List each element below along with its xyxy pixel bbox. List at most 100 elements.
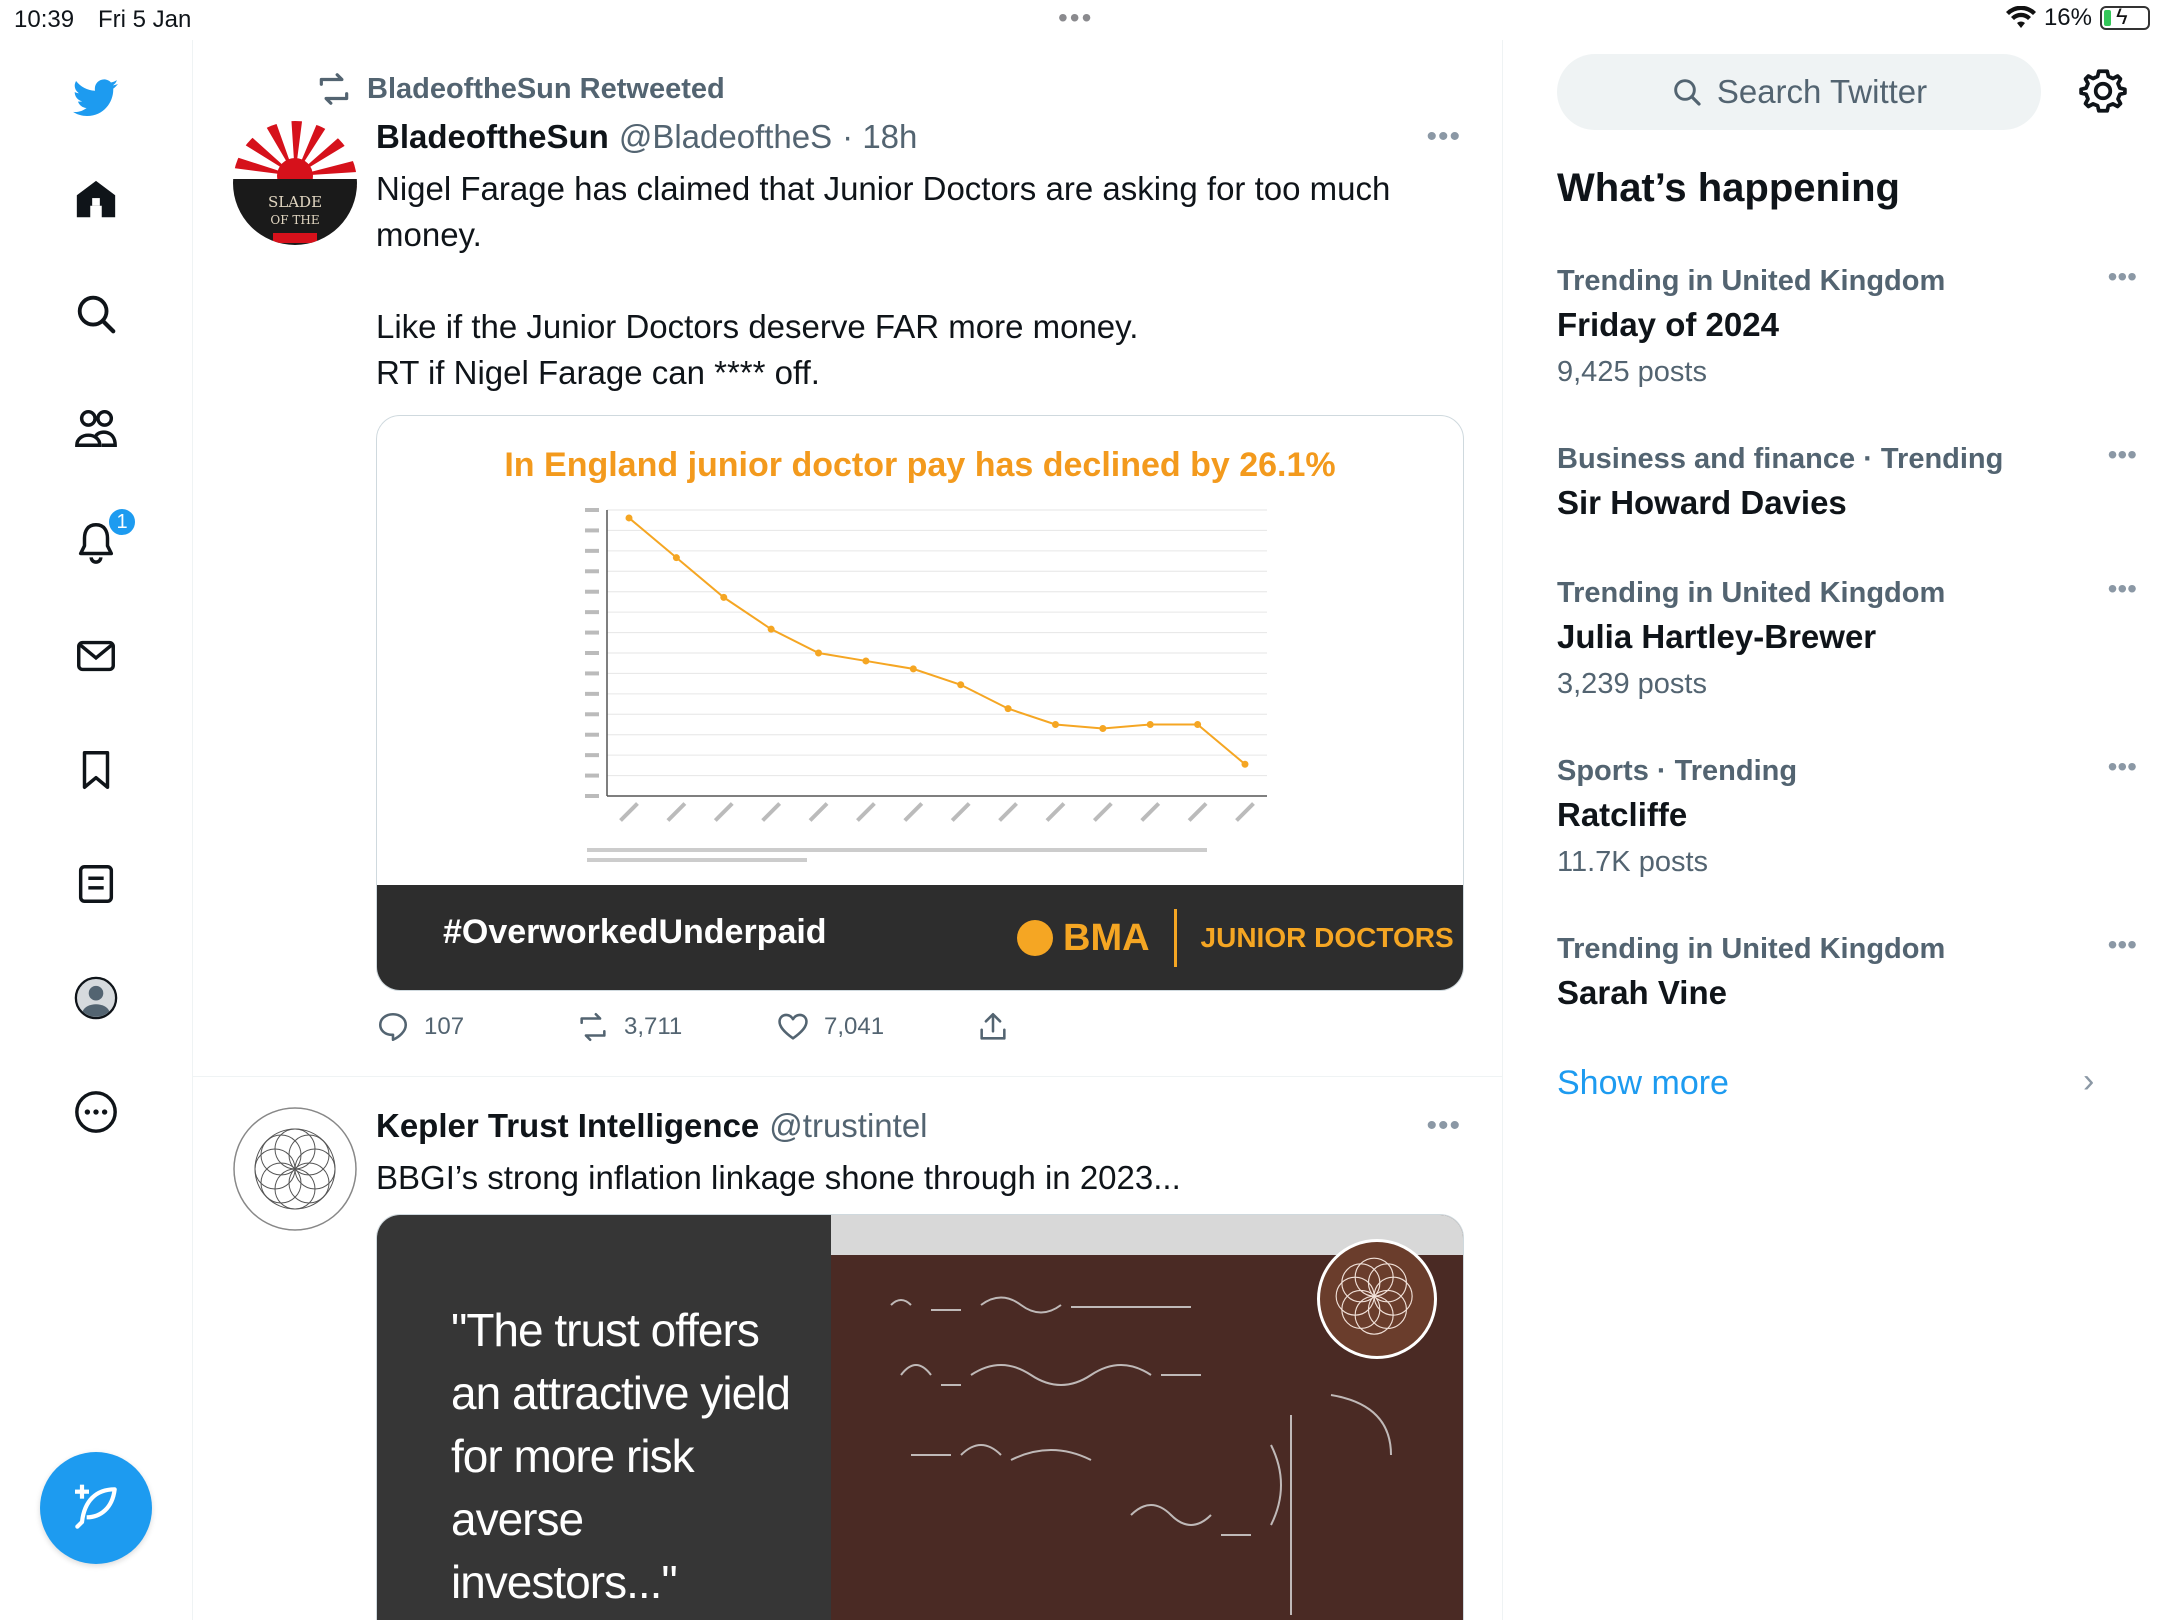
bma-subtitle: JUNIOR DOCTORS xyxy=(1200,922,1454,953)
author-handle[interactable]: @BladeoftheS xyxy=(619,118,832,156)
author-name[interactable]: BladeoftheSun xyxy=(376,118,609,156)
tweet-text: Nigel Farage has claimed that Junior Doc… xyxy=(376,170,1391,391)
like-count: 7,041 xyxy=(824,1013,885,1040)
chart-x-tick-label xyxy=(856,802,876,822)
share-button[interactable] xyxy=(976,1010,1176,1044)
nav-more[interactable] xyxy=(66,1082,126,1142)
nav-messages[interactable] xyxy=(66,626,126,686)
lists-icon xyxy=(78,865,114,903)
trend-context: Trending in United Kingdom xyxy=(1557,265,1946,297)
quote-panel: "The trust offers an attractive yield fo… xyxy=(377,1215,831,1620)
nav-profile[interactable] xyxy=(66,968,126,1028)
like-button[interactable]: 7,041 xyxy=(776,1010,976,1044)
tweet-time[interactable]: · 18h xyxy=(842,118,917,156)
nav-explore[interactable] xyxy=(66,284,126,344)
chart-source-note xyxy=(587,848,1207,852)
compose-button[interactable] xyxy=(40,1452,152,1564)
status-time: 10:39 xyxy=(14,6,75,33)
chart-point xyxy=(957,681,965,689)
tweet-actions: 107 3,711 7,041 xyxy=(376,1010,1176,1044)
chart-y-tick-label xyxy=(585,528,599,533)
status-bar: 10:39 Fri 5 Jan ••• 16% ϟ xyxy=(0,0,2160,40)
chart-x-tick-label xyxy=(666,802,687,822)
avatar[interactable]: SLADE OF THE xyxy=(233,121,357,245)
bookmark-icon xyxy=(82,751,110,789)
trend-more-button[interactable]: ••• xyxy=(2108,929,2137,961)
reply-count: 107 xyxy=(424,1013,465,1040)
trend-count: 9,425 posts xyxy=(1557,356,1707,388)
trend-count: 3,239 posts xyxy=(1557,668,1707,700)
chart-y-tick-label xyxy=(585,630,599,635)
retweet-context: BladeoftheSun Retweeted xyxy=(315,70,725,108)
search-icon xyxy=(77,295,116,334)
trend-context: Trending in United Kingdom xyxy=(1557,933,1946,965)
profile-icon xyxy=(74,976,118,1020)
battery-icon: ϟ xyxy=(2100,4,2150,30)
trend-name: Julia Hartley-Brewer xyxy=(1557,618,1877,655)
blade-of-the-sun-avatar: SLADE OF THE xyxy=(233,121,357,245)
chart-x-tick-label xyxy=(950,802,971,822)
author-name[interactable]: Kepler Trust Intelligence xyxy=(376,1107,759,1145)
tweet-more-button[interactable]: ••• xyxy=(1426,120,1461,154)
trend-item[interactable]: Business and finance · Trending Sir Howa… xyxy=(1557,439,2137,522)
chart-point xyxy=(625,514,633,522)
trend-count: 11.7K posts xyxy=(1557,846,1709,878)
nav-home[interactable] xyxy=(66,170,126,230)
trend-item[interactable]: Trending in United Kingdom Sarah Vine ••… xyxy=(1557,929,2137,1012)
multitasking-dots-icon[interactable]: ••• xyxy=(1058,2,1093,34)
whats-happening-title: What’s happening xyxy=(1557,166,1900,210)
trend-context: Sports · Trending xyxy=(1557,755,1798,787)
chart-y-tick-label xyxy=(585,712,599,717)
gear-icon[interactable] xyxy=(2078,66,2128,116)
chart-y-tick-label xyxy=(585,651,599,655)
chart-x-tick-label xyxy=(1187,802,1208,822)
nav-lists[interactable] xyxy=(66,854,126,914)
right-sidebar: Search Twitter What’s happening Trending… xyxy=(1503,40,2160,1620)
chart-x-tick-label xyxy=(998,802,1018,822)
bma-logo: BMA JUNIOR DOCTORS xyxy=(1017,909,1454,967)
tweet-more-button[interactable]: ••• xyxy=(1426,1109,1461,1143)
chart-point xyxy=(1241,760,1249,768)
author-handle[interactable]: @trustintel xyxy=(769,1107,927,1145)
chart-point xyxy=(1004,705,1012,713)
chevron-right-icon[interactable]: › xyxy=(2083,1062,2094,1101)
trend-item[interactable]: Trending in United Kingdom Julia Hartley… xyxy=(1557,573,2137,701)
reply-button[interactable]: 107 xyxy=(376,1010,576,1044)
nav-bookmarks[interactable] xyxy=(66,740,126,800)
left-nav: 1 xyxy=(0,40,193,1620)
media-quote: "The trust offers an attractive yield fo… xyxy=(451,1304,791,1608)
trend-more-button[interactable]: ••• xyxy=(2108,261,2137,293)
chart-title: In England junior doctor pay has decline… xyxy=(504,446,1336,484)
retweet-button[interactable]: 3,711 xyxy=(576,1010,776,1044)
chart-x-tick-label xyxy=(761,802,782,822)
tweet-media[interactable]: In England junior doctor pay has decline… xyxy=(376,415,1464,991)
trend-item[interactable]: Sports · Trending Ratcliffe 11.7K posts … xyxy=(1557,751,2137,879)
chalkboard-image xyxy=(831,1215,1463,1620)
trend-name: Friday of 2024 xyxy=(1557,306,1779,343)
tweet-header: BladeoftheSun @BladeoftheS · 18h xyxy=(376,118,917,156)
trend-more-button[interactable]: ••• xyxy=(2108,573,2137,605)
chart-point xyxy=(1194,721,1202,728)
battery-percent: 16% xyxy=(2043,4,2092,31)
tweet-media[interactable]: "The trust offers an attractive yield fo… xyxy=(376,1214,1464,1620)
notification-badge: 1 xyxy=(106,506,138,538)
chart-point xyxy=(1051,721,1059,728)
chart-y-tick-label xyxy=(585,569,599,574)
pay-line-chart xyxy=(585,508,1267,862)
search-input[interactable]: Search Twitter xyxy=(1557,54,2041,130)
chart-series-line xyxy=(628,517,1246,765)
nav-communities[interactable] xyxy=(66,398,126,458)
tweet[interactable]: BladeoftheSun Retweeted SLADE OF THE Bla… xyxy=(193,40,1502,1077)
avatar[interactable] xyxy=(233,1107,357,1231)
battery-level xyxy=(2104,10,2111,26)
trend-more-button[interactable]: ••• xyxy=(2108,439,2137,471)
trend-more-button[interactable]: ••• xyxy=(2108,751,2137,783)
show-more-link[interactable]: Show more xyxy=(1557,1064,1729,1103)
twitter-logo[interactable] xyxy=(66,68,126,128)
trend-item[interactable]: Trending in United Kingdom Friday of 202… xyxy=(1557,261,2137,389)
tweet[interactable]: Kepler Trust Intelligence @trustintel ••… xyxy=(193,1077,1502,1620)
chart-point xyxy=(767,625,775,633)
nav-notifications[interactable]: 1 xyxy=(66,506,138,572)
trend-name: Sarah Vine xyxy=(1557,974,1727,1011)
trend-name: Sir Howard Davies xyxy=(1557,484,1847,521)
